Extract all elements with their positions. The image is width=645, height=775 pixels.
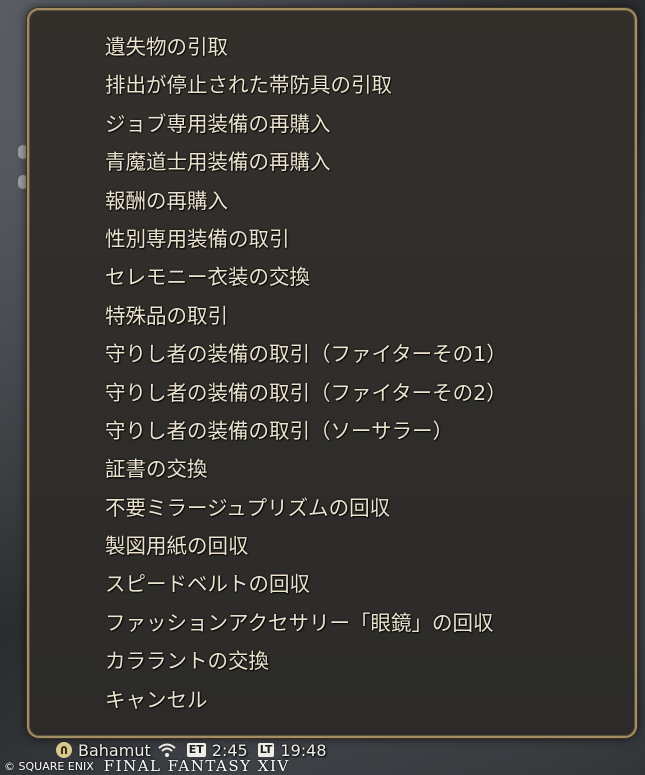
game-logo: FINAL FANTASY XIV: [103, 757, 290, 775]
menu-item-guardian-fighter-1[interactable]: 守りし者の装備の取引（ファイターその1）: [105, 339, 507, 377]
menu-list: 遺失物の引取 排出が停止された帯防具の引取 ジョブ専用装備の再購入 青魔道士用装…: [105, 32, 507, 723]
menu-item-blue-mage-gear-repurchase[interactable]: 青魔道士用装備の再購入: [105, 147, 507, 185]
local-time-badge: LT: [257, 743, 275, 757]
connection-icon: [158, 743, 176, 757]
menu-item-reward-repurchase[interactable]: 報酬の再購入: [105, 186, 507, 224]
menu-item-glamour-prism-collection[interactable]: 不要ミラージュプリズムの回収: [105, 493, 507, 531]
menu-item-speed-belt-collection[interactable]: スピードベルトの回収: [105, 569, 507, 607]
menu-item-ceremony-attire[interactable]: セレモニー衣装の交換: [105, 262, 507, 300]
menu-window: 遺失物の引取 排出が停止された帯防具の引取 ジョブ専用装備の再購入 青魔道士用装…: [27, 8, 637, 738]
menu-item-gender-gear-exchange[interactable]: 性別専用装備の取引: [105, 224, 507, 262]
footer: © SQUARE ENIX FINAL FANTASY XIV: [0, 757, 645, 775]
copyright-text: © SQUARE ENIX: [4, 759, 94, 773]
menu-item-special-items[interactable]: 特殊品の取引: [105, 301, 507, 339]
eorzea-time-badge: ET: [186, 743, 206, 757]
menu-item-guardian-fighter-2[interactable]: 守りし者の装備の取引（ファイターその2）: [105, 378, 507, 416]
menu-item-certificate-exchange[interactable]: 証書の交換: [105, 454, 507, 492]
menu-item-dye-exchange[interactable]: カララントの交換: [105, 646, 507, 684]
menu-item-job-gear-repurchase[interactable]: ジョブ専用装備の再購入: [105, 109, 507, 147]
menu-item-guardian-sorcerer[interactable]: 守りし者の装備の取引（ソーサラー）: [105, 416, 507, 454]
server-icon: [56, 742, 72, 758]
menu-item-lost-items[interactable]: 遺失物の引取: [105, 32, 507, 70]
menu-item-glasses-accessory-collection[interactable]: ファッションアクセサリー「眼鏡」の回収: [105, 608, 507, 646]
menu-item-discontinued-gear[interactable]: 排出が停止された帯防具の引取: [105, 70, 507, 108]
menu-item-cancel[interactable]: キャンセル: [105, 685, 507, 723]
menu-item-drafting-paper-collection[interactable]: 製図用紙の回収: [105, 531, 507, 569]
